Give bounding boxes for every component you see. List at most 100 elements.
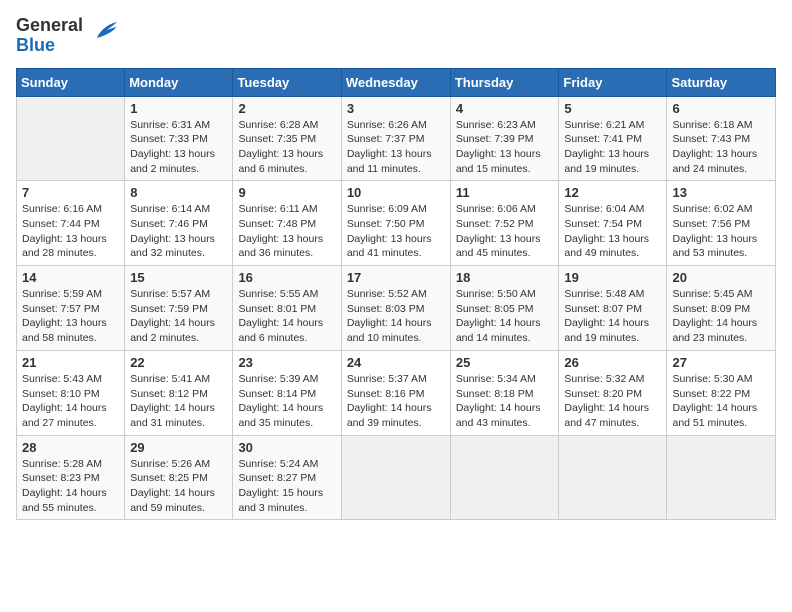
day-info: Sunrise: 5:39 AM Sunset: 8:14 PM Dayligh… (238, 372, 335, 431)
day-info: Sunrise: 5:57 AM Sunset: 7:59 PM Dayligh… (130, 287, 227, 346)
week-row-1: 1 Sunrise: 6:31 AM Sunset: 7:33 PM Dayli… (17, 96, 776, 181)
day-number: 20 (672, 270, 770, 285)
daylight-text: Daylight: 14 hours and 14 minutes. (456, 317, 541, 344)
day-info: Sunrise: 5:34 AM Sunset: 8:18 PM Dayligh… (456, 372, 554, 431)
day-cell: 28 Sunrise: 5:28 AM Sunset: 8:23 PM Dayl… (17, 435, 125, 520)
day-info: Sunrise: 6:31 AM Sunset: 7:33 PM Dayligh… (130, 118, 227, 177)
sunrise-text: Sunrise: 5:57 AM (130, 288, 210, 300)
day-cell: 17 Sunrise: 5:52 AM Sunset: 8:03 PM Dayl… (341, 266, 450, 351)
day-cell: 1 Sunrise: 6:31 AM Sunset: 7:33 PM Dayli… (125, 96, 233, 181)
sunrise-text: Sunrise: 6:18 AM (672, 119, 752, 131)
sunrise-text: Sunrise: 5:32 AM (564, 373, 644, 385)
day-number: 14 (22, 270, 119, 285)
daylight-text: Daylight: 13 hours and 2 minutes. (130, 148, 215, 175)
day-info: Sunrise: 6:28 AM Sunset: 7:35 PM Dayligh… (238, 118, 335, 177)
sunset-text: Sunset: 8:14 PM (238, 388, 316, 400)
day-cell (667, 435, 776, 520)
day-cell: 4 Sunrise: 6:23 AM Sunset: 7:39 PM Dayli… (450, 96, 559, 181)
sunrise-text: Sunrise: 6:04 AM (564, 203, 644, 215)
sunrise-text: Sunrise: 6:23 AM (456, 119, 536, 131)
daylight-text: Daylight: 14 hours and 23 minutes. (672, 317, 757, 344)
sunset-text: Sunset: 8:25 PM (130, 472, 208, 484)
day-number: 12 (564, 185, 661, 200)
daylight-text: Daylight: 14 hours and 47 minutes. (564, 402, 649, 429)
day-info: Sunrise: 6:21 AM Sunset: 7:41 PM Dayligh… (564, 118, 661, 177)
day-info: Sunrise: 5:30 AM Sunset: 8:22 PM Dayligh… (672, 372, 770, 431)
daylight-text: Daylight: 13 hours and 32 minutes. (130, 233, 215, 260)
daylight-text: Daylight: 13 hours and 6 minutes. (238, 148, 323, 175)
sunset-text: Sunset: 7:37 PM (347, 133, 425, 145)
calendar-table: SundayMondayTuesdayWednesdayThursdayFrid… (16, 68, 776, 521)
sunrise-text: Sunrise: 5:24 AM (238, 458, 318, 470)
daylight-text: Daylight: 14 hours and 10 minutes. (347, 317, 432, 344)
sunrise-text: Sunrise: 5:48 AM (564, 288, 644, 300)
daylight-text: Daylight: 14 hours and 31 minutes. (130, 402, 215, 429)
sunset-text: Sunset: 8:23 PM (22, 472, 100, 484)
day-number: 8 (130, 185, 227, 200)
day-info: Sunrise: 6:26 AM Sunset: 7:37 PM Dayligh… (347, 118, 445, 177)
logo-blue: Blue (16, 36, 83, 56)
header-wednesday: Wednesday (341, 68, 450, 96)
day-cell: 23 Sunrise: 5:39 AM Sunset: 8:14 PM Dayl… (233, 350, 341, 435)
sunrise-text: Sunrise: 5:59 AM (22, 288, 102, 300)
sunrise-text: Sunrise: 5:50 AM (456, 288, 536, 300)
header-friday: Friday (559, 68, 667, 96)
sunset-text: Sunset: 8:05 PM (456, 303, 534, 315)
day-info: Sunrise: 6:02 AM Sunset: 7:56 PM Dayligh… (672, 202, 770, 261)
daylight-text: Daylight: 14 hours and 6 minutes. (238, 317, 323, 344)
sunrise-text: Sunrise: 6:09 AM (347, 203, 427, 215)
day-cell: 25 Sunrise: 5:34 AM Sunset: 8:18 PM Dayl… (450, 350, 559, 435)
day-number: 25 (456, 355, 554, 370)
day-info: Sunrise: 5:24 AM Sunset: 8:27 PM Dayligh… (238, 457, 335, 516)
day-cell: 5 Sunrise: 6:21 AM Sunset: 7:41 PM Dayli… (559, 96, 667, 181)
daylight-text: Daylight: 13 hours and 28 minutes. (22, 233, 107, 260)
daylight-text: Daylight: 14 hours and 2 minutes. (130, 317, 215, 344)
sunrise-text: Sunrise: 6:21 AM (564, 119, 644, 131)
daylight-text: Daylight: 13 hours and 15 minutes. (456, 148, 541, 175)
sunrise-text: Sunrise: 6:16 AM (22, 203, 102, 215)
day-info: Sunrise: 5:37 AM Sunset: 8:16 PM Dayligh… (347, 372, 445, 431)
day-cell (341, 435, 450, 520)
sunrise-text: Sunrise: 5:30 AM (672, 373, 752, 385)
day-number: 15 (130, 270, 227, 285)
day-cell: 18 Sunrise: 5:50 AM Sunset: 8:05 PM Dayl… (450, 266, 559, 351)
day-info: Sunrise: 5:59 AM Sunset: 7:57 PM Dayligh… (22, 287, 119, 346)
sunset-text: Sunset: 8:03 PM (347, 303, 425, 315)
day-number: 30 (238, 440, 335, 455)
day-number: 13 (672, 185, 770, 200)
sunrise-text: Sunrise: 5:34 AM (456, 373, 536, 385)
daylight-text: Daylight: 13 hours and 49 minutes. (564, 233, 649, 260)
sunrise-text: Sunrise: 6:06 AM (456, 203, 536, 215)
day-info: Sunrise: 5:26 AM Sunset: 8:25 PM Dayligh… (130, 457, 227, 516)
header-tuesday: Tuesday (233, 68, 341, 96)
sunset-text: Sunset: 8:22 PM (672, 388, 750, 400)
daylight-text: Daylight: 13 hours and 45 minutes. (456, 233, 541, 260)
week-row-5: 28 Sunrise: 5:28 AM Sunset: 8:23 PM Dayl… (17, 435, 776, 520)
day-cell: 11 Sunrise: 6:06 AM Sunset: 7:52 PM Dayl… (450, 181, 559, 266)
day-number: 5 (564, 101, 661, 116)
daylight-text: Daylight: 14 hours and 35 minutes. (238, 402, 323, 429)
sunrise-text: Sunrise: 6:11 AM (238, 203, 317, 215)
day-info: Sunrise: 5:43 AM Sunset: 8:10 PM Dayligh… (22, 372, 119, 431)
day-cell: 24 Sunrise: 5:37 AM Sunset: 8:16 PM Dayl… (341, 350, 450, 435)
day-info: Sunrise: 6:23 AM Sunset: 7:39 PM Dayligh… (456, 118, 554, 177)
daylight-text: Daylight: 13 hours and 36 minutes. (238, 233, 323, 260)
day-info: Sunrise: 5:50 AM Sunset: 8:05 PM Dayligh… (456, 287, 554, 346)
sunset-text: Sunset: 8:07 PM (564, 303, 642, 315)
sunset-text: Sunset: 7:35 PM (238, 133, 316, 145)
sunset-text: Sunset: 8:12 PM (130, 388, 208, 400)
header-sunday: Sunday (17, 68, 125, 96)
sunrise-text: Sunrise: 5:55 AM (238, 288, 318, 300)
day-number: 19 (564, 270, 661, 285)
day-number: 21 (22, 355, 119, 370)
day-number: 26 (564, 355, 661, 370)
day-number: 6 (672, 101, 770, 116)
header-saturday: Saturday (667, 68, 776, 96)
day-cell: 15 Sunrise: 5:57 AM Sunset: 7:59 PM Dayl… (125, 266, 233, 351)
day-cell (559, 435, 667, 520)
day-number: 4 (456, 101, 554, 116)
sunset-text: Sunset: 7:54 PM (564, 218, 642, 230)
sunset-text: Sunset: 8:16 PM (347, 388, 425, 400)
day-cell: 3 Sunrise: 6:26 AM Sunset: 7:37 PM Dayli… (341, 96, 450, 181)
header-thursday: Thursday (450, 68, 559, 96)
